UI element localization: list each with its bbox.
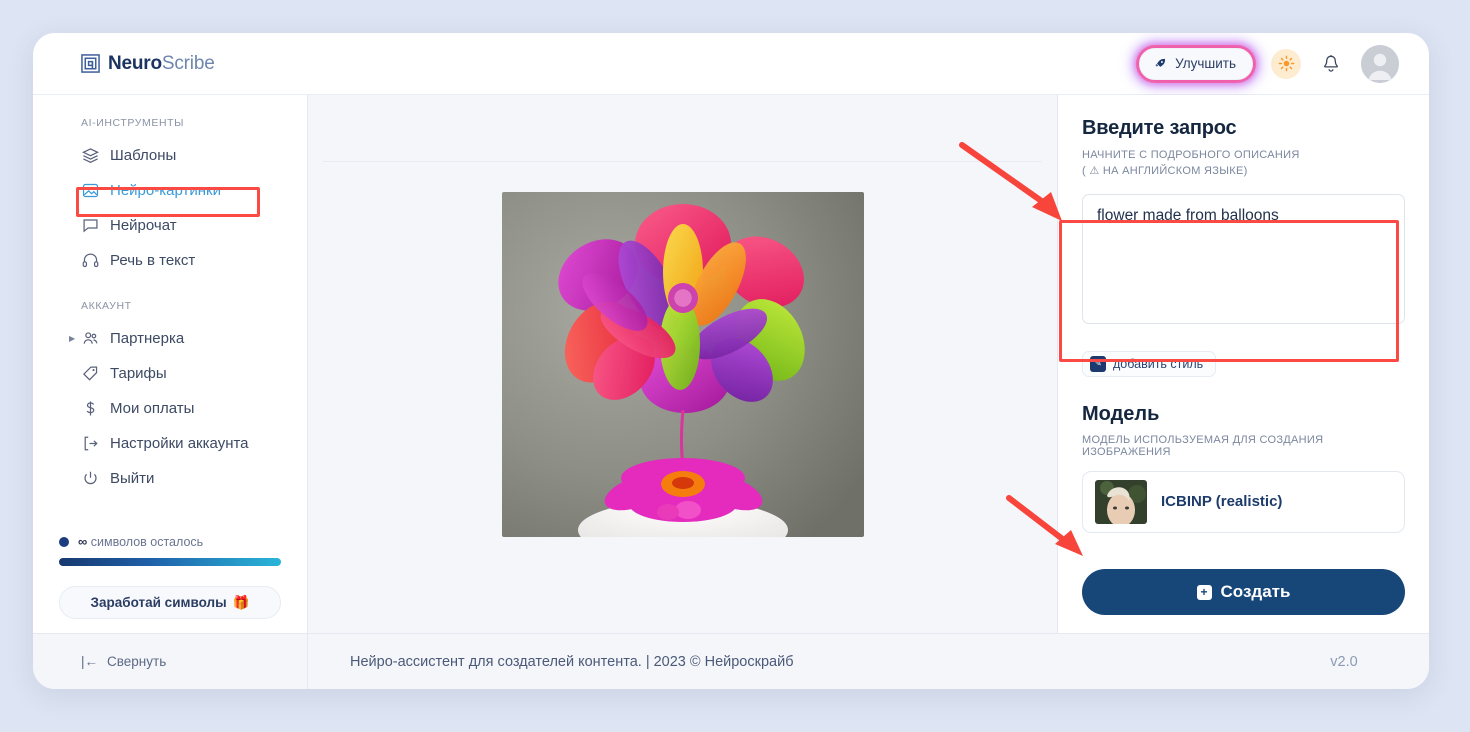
character-quota-block: ∞ символов осталось Заработай символы 🎁 [33,534,307,633]
quota-row: ∞ символов осталось [59,534,281,549]
users-icon [81,330,99,347]
model-title: Модель [1082,402,1160,425]
prompt-title: Введите запрос [1082,117,1237,139]
sidebar-item-label: Выйти [110,470,155,487]
user-avatar-icon [1361,44,1399,83]
sidebar-item-pricing[interactable]: Тарифы [33,356,307,391]
logo-light-part: Scribe [161,52,215,74]
sidebar-item-partners[interactable]: ▶ Партнерка [33,321,307,356]
content-divider [323,161,1042,162]
earn-characters-label: Заработай символы [90,595,227,610]
sidebar-item-label: Речь в текст [110,252,196,269]
sidebar-section-account-label: АККАУНТ [81,300,132,312]
chat-bubble-icon [81,217,99,234]
sidebar-item-label: Тарифы [110,365,167,382]
generated-image-canvas [501,192,864,537]
improve-button-label: Улучшить [1175,56,1236,71]
sidebar-item-label: Нейрочат [110,217,177,234]
footer-copyright: Нейро-ассистент для создателей контента.… [350,653,794,670]
prompt-subtitle: НАЧНИТЕ С ПОДРОБНОГО ОПИСАНИЯ ( ⚠ НА АНГ… [1082,148,1405,180]
pencil-square-icon: ✎ [1090,355,1106,372]
add-style-label: добавить стиль [1113,356,1204,371]
app-logo[interactable]: NeuroScribe [81,53,215,75]
chevron-right-icon: ▶ [69,334,76,343]
account-settings-icon [81,435,99,452]
quota-text: ∞ символов осталось [78,534,203,549]
plus-square-icon: + [1196,584,1212,600]
model-thumbnail [1095,479,1147,524]
quota-label: символов осталось [90,535,204,549]
prompt-subtitle-line2: ( ⚠ НА АНГЛИЙСКОМ ЯЗЫКЕ) [1082,164,1248,177]
collapse-left-icon: |← [81,654,99,669]
sidebar-item-logout[interactable]: Выйти [33,461,307,496]
sidebar-item-my-payments[interactable]: Мои оплаты [33,391,307,426]
right-panel: Введите запрос НАЧНИТЕ С ПОДРОБНОГО ОПИС… [1057,95,1429,633]
sidebar-item-speech-to-text[interactable]: Речь в текст [33,243,307,278]
model-name: ICBINP (realistic) [1161,493,1283,511]
quota-count: ∞ [78,534,88,549]
sidebar-item-label: Шаблоны [110,147,177,164]
app-body: AI-ИНСТРУМЕНТЫ Шаблоны Нейро-картинки Не… [33,95,1429,633]
create-button-label: Создать [1220,582,1291,601]
prompt-textarea[interactable] [1082,193,1405,324]
sidebar-item-neuro-chat[interactable]: Нейрочат [33,208,307,243]
footer-version: v2.0 [1330,653,1358,670]
model-subtitle: МОДЕЛЬ ИСПОЛЬЗУЕМАЯ ДЛЯ СОЗДАНИЯ ИЗОБРАЖ… [1082,433,1324,458]
sun-icon [1278,55,1294,72]
header-actions: Улучшить [1139,44,1399,83]
sidebar: AI-ИНСТРУМЕНТЫ Шаблоны Нейро-картинки Не… [33,95,308,633]
create-button[interactable]: + Создать [1082,569,1405,615]
quota-progress-bar [59,558,281,566]
prompt-subtitle-line1: НАЧНИТЕ С ПОДРОБНОГО ОПИСАНИЯ [1082,149,1300,161]
nested-square-logo-icon [81,54,100,73]
image-icon [81,182,99,199]
sidebar-item-account-settings[interactable]: Настройки аккаунта [33,426,307,461]
power-icon [81,470,99,487]
headphones-icon [81,252,99,269]
rocket-icon [1155,58,1166,67]
dollar-icon [81,400,99,417]
app-header: NeuroScribe Улучшить [33,33,1429,95]
improve-button[interactable]: Улучшить [1139,47,1253,80]
sidebar-item-label: Настройки аккаунта [110,435,249,452]
sidebar-item-label: Мои оплаты [110,400,195,417]
add-style-button[interactable]: ✎ добавить стиль [1082,350,1217,377]
screenshot-root: NeuroScribe Улучшить AI-ИНСТРУМЕНТЫ Шабл… [0,0,1470,732]
theme-toggle-button[interactable] [1271,48,1301,79]
status-dot-icon [59,536,69,547]
collapse-sidebar-button[interactable]: |← Свернуть [33,634,308,689]
sidebar-item-label: Партнерка [110,330,185,347]
sidebar-section-tools-label: AI-ИНСТРУМЕНТЫ [81,117,185,129]
sidebar-item-neuro-images[interactable]: Нейро-картинки [33,173,307,208]
sidebar-item-templates[interactable]: Шаблоны [33,138,307,173]
notifications-button[interactable] [1319,51,1343,77]
generated-image[interactable] [501,192,864,537]
app-window: NeuroScribe Улучшить AI-ИНСТРУМЕНТЫ Шабл… [33,33,1429,689]
gift-icon: 🎁 [232,594,250,610]
sidebar-item-label: Нейро-картинки [110,182,221,199]
bell-icon [1324,54,1338,72]
layers-icon [81,147,99,164]
collapse-label: Свернуть [107,654,167,669]
model-option-card[interactable]: ICBINP (realistic) [1082,470,1405,533]
model-thumbnail-image [1095,479,1147,524]
logo-wordmark: NeuroScribe [108,53,215,75]
avatar[interactable] [1361,44,1399,83]
logo-bold-part: Neuro [108,52,162,74]
earn-characters-button[interactable]: Заработай символы 🎁 [59,586,281,619]
app-footer: |← Свернуть Нейро-ассистент для создател… [33,633,1429,689]
tag-icon [81,365,99,382]
main-content [308,95,1057,633]
